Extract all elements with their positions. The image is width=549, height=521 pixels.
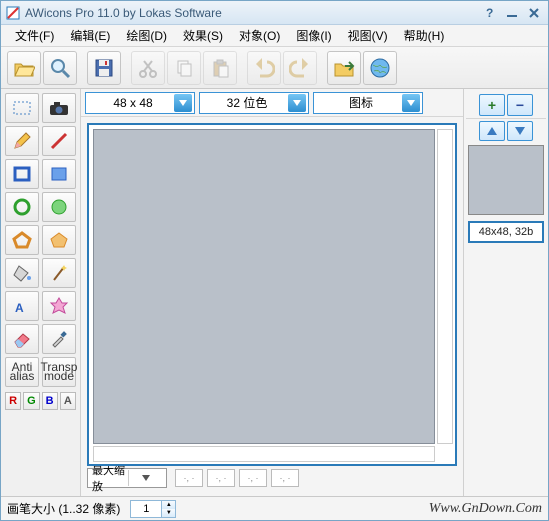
copy-button[interactable] (167, 51, 201, 85)
coord-4[interactable]: ·, · (271, 469, 299, 487)
minimize-button[interactable] (502, 4, 522, 22)
center-pane: 48 x 48 32 位色 图标 (81, 89, 463, 496)
main-toolbar (1, 47, 548, 89)
spinner-down-icon[interactable]: ▼ (162, 509, 175, 517)
move-down-button[interactable] (507, 121, 533, 141)
preview-info: 48x48, 32b (468, 221, 544, 243)
paste-button[interactable] (203, 51, 237, 85)
move-up-button[interactable] (479, 121, 505, 141)
depth-value: 32 位色 (206, 94, 288, 111)
svg-text:?: ? (486, 7, 493, 19)
capture-tool[interactable] (42, 93, 76, 123)
zoom-button[interactable] (43, 51, 77, 85)
remove-format-button[interactable]: − (507, 94, 533, 116)
canvas[interactable] (93, 129, 435, 444)
menu-help[interactable]: 帮助(H) (396, 25, 453, 46)
add-format-button[interactable]: + (479, 94, 505, 116)
zoom-label: 最大缩放 (92, 462, 128, 494)
menu-effects[interactable]: 效果(S) (175, 25, 231, 46)
channel-a[interactable]: A (60, 392, 76, 410)
right-pane: + − 48x48, 32b (463, 89, 548, 496)
coord-1[interactable]: ·, · (175, 469, 203, 487)
cut-button[interactable] (131, 51, 165, 85)
app-window: AWicons Pro 11.0 by Lokas Software ? 文件(… (0, 0, 549, 521)
select-rect-tool[interactable] (5, 93, 39, 123)
kind-value: 图标 (320, 94, 402, 111)
library-button[interactable] (327, 51, 361, 85)
shape-tool[interactable] (42, 291, 76, 321)
menubar: 文件(F) 编辑(E) 绘图(D) 效果(S) 对象(O) 图像(I) 视图(V… (1, 25, 548, 47)
ellipse-outline-tool[interactable] (5, 192, 39, 222)
rect-fill-tool[interactable] (42, 159, 76, 189)
zoom-combo[interactable]: 最大缩放 (87, 468, 167, 488)
pencil-tool[interactable] (5, 126, 39, 156)
svg-text:A: A (15, 301, 24, 315)
brush-size-spinner[interactable]: 1 ▲ ▼ (130, 500, 176, 518)
rect-outline-tool[interactable] (5, 159, 39, 189)
coord-buttons: ·, · ·, · ·, · ·, · (175, 469, 299, 487)
channel-toggles: R G B A (5, 392, 76, 410)
polygon-fill-tool[interactable] (42, 225, 76, 255)
channel-g[interactable]: G (23, 392, 39, 410)
undo-button[interactable] (247, 51, 281, 85)
help-button[interactable]: ? (480, 4, 500, 22)
line-tool[interactable] (42, 126, 76, 156)
ellipse-fill-tool[interactable] (42, 192, 76, 222)
chevron-down-icon (288, 94, 306, 112)
watermark: Www.GnDown.Com (429, 501, 542, 517)
polygon-outline-tool[interactable] (5, 225, 39, 255)
brush-size-value[interactable]: 1 (130, 500, 162, 518)
titlebar: AWicons Pro 11.0 by Lokas Software ? (1, 1, 548, 25)
scrollbar-vertical[interactable] (437, 129, 453, 444)
spinner-arrows[interactable]: ▲ ▼ (162, 500, 176, 518)
fill-tool[interactable] (5, 258, 39, 288)
eraser-tool[interactable] (5, 324, 39, 354)
tool-palette: A Antialias Transpmode R G B A (1, 89, 81, 496)
transparency-toggle[interactable]: Transpmode (42, 357, 76, 387)
menu-edit[interactable]: 编辑(E) (62, 25, 118, 46)
coord-2[interactable]: ·, · (207, 469, 235, 487)
coord-3[interactable]: ·, · (239, 469, 267, 487)
size-combo[interactable]: 48 x 48 (85, 92, 195, 114)
brush-size-label: 画笔大小 (1..32 像素) (7, 500, 120, 517)
menu-draw[interactable]: 绘图(D) (118, 25, 175, 46)
app-icon (5, 5, 21, 21)
channel-r[interactable]: R (5, 392, 21, 410)
redo-button[interactable] (283, 51, 317, 85)
spinner-up-icon[interactable]: ▲ (162, 501, 175, 509)
magic-wand-tool[interactable] (42, 258, 76, 288)
size-value: 48 x 48 (92, 96, 174, 110)
format-buttons: + − (466, 91, 546, 119)
chevron-down-icon (128, 470, 165, 486)
eyedropper-tool[interactable] (42, 324, 76, 354)
format-bar: 48 x 48 32 位色 图标 (81, 89, 463, 117)
antialias-toggle[interactable]: Antialias (5, 357, 39, 387)
canvas-frame (87, 123, 457, 466)
zoom-strip: 最大缩放 ·, · ·, · ·, · ·, · (87, 466, 457, 490)
scrollbar-horizontal[interactable] (93, 446, 435, 462)
menu-view[interactable]: 视图(V) (340, 25, 396, 46)
canvas-wrap: 最大缩放 ·, · ·, · ·, · ·, · (81, 117, 463, 496)
preview-thumbnail[interactable] (468, 145, 544, 215)
close-button[interactable] (524, 4, 544, 22)
open-button[interactable] (7, 51, 41, 85)
body: A Antialias Transpmode R G B A 48 (1, 89, 548, 496)
menu-image[interactable]: 图像(I) (288, 25, 339, 46)
chevron-down-icon (402, 94, 420, 112)
channel-b[interactable]: B (42, 392, 58, 410)
web-button[interactable] (363, 51, 397, 85)
save-button[interactable] (87, 51, 121, 85)
statusbar: 画笔大小 (1..32 像素) 1 ▲ ▼ Www.GnDown.Com (1, 496, 548, 520)
kind-combo[interactable]: 图标 (313, 92, 423, 114)
window-title: AWicons Pro 11.0 by Lokas Software (25, 6, 478, 20)
chevron-down-icon (174, 94, 192, 112)
text-tool[interactable]: A (5, 291, 39, 321)
menu-file[interactable]: 文件(F) (7, 25, 62, 46)
menu-object[interactable]: 对象(O) (231, 25, 288, 46)
depth-combo[interactable]: 32 位色 (199, 92, 309, 114)
